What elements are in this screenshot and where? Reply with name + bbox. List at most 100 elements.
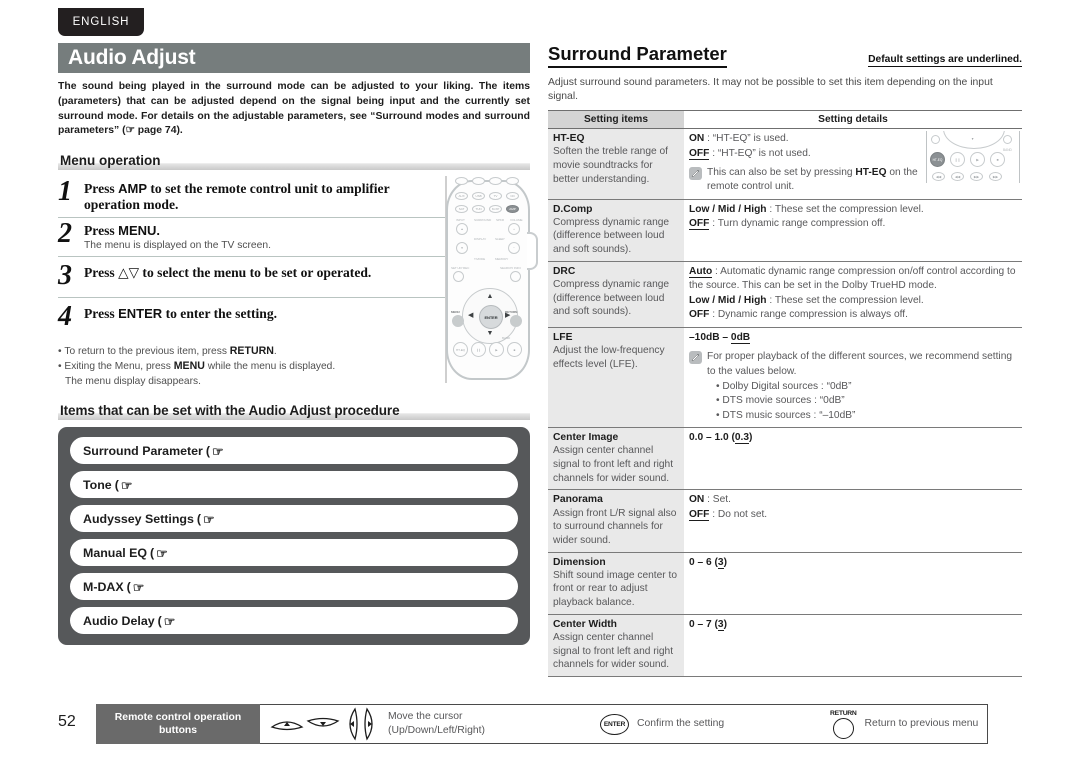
step-text-pre: Press xyxy=(84,181,119,197)
remote-button-hteq: HT-EQ xyxy=(453,342,468,358)
remote-body: AUX USB TV CD SAT TUN M-XP AMP INPUT SUR… xyxy=(446,177,530,381)
detail-text: Dynamic range compression is always off. xyxy=(717,309,908,321)
thumb-label-band: BAND xyxy=(1003,148,1012,153)
detail-sep: : xyxy=(712,265,721,277)
section-intro: Adjust surround sound parameters. It may… xyxy=(548,77,993,103)
remote-button-usb: USB xyxy=(472,192,485,201)
note-pre: To return to the previous item, press xyxy=(64,345,230,357)
remote-button-play: ▶ xyxy=(489,342,504,358)
remote-label-setup-rec: SET UP/ REC xyxy=(451,266,470,271)
note-post: while the menu is displayed. xyxy=(204,361,336,373)
thumb-button-rewind: ◀◀ xyxy=(951,172,964,182)
table-row-dimension: Dimension Shift sound image center to fr… xyxy=(548,552,1022,615)
surround-parameter-header: Surround Parameter Default settings are … xyxy=(548,43,1022,68)
detail-line: OFF : Do not set. xyxy=(689,508,1017,522)
remote-button-menu xyxy=(452,315,464,328)
section-title: Surround Parameter xyxy=(548,43,727,68)
detail-option-default: Auto xyxy=(689,265,713,278)
remote-button xyxy=(472,177,485,186)
note-pre: This can also be set by pressing xyxy=(707,167,856,179)
detail-sep: : xyxy=(709,309,718,321)
detail-range: 0.0 – 1.0 (0.3) xyxy=(689,431,1017,445)
language-tab: ENGLISH xyxy=(58,8,144,36)
param-name: D.Comp xyxy=(553,203,593,215)
param-name: LFE xyxy=(553,331,573,343)
remote-label-sleep: SLEEP xyxy=(495,237,505,242)
param-cell: DRC Compress dynamic range (difference b… xyxy=(548,261,684,328)
detail-cell: 0 – 6 (3) xyxy=(684,552,1022,615)
detail-option: ON xyxy=(689,133,705,145)
param-cell: Center Image Assign center channel signa… xyxy=(548,427,684,491)
item-label: Tone xyxy=(83,477,112,492)
detail-line: ON : “HT-EQ” is used. xyxy=(689,132,922,146)
note-key: RETURN xyxy=(229,344,274,357)
param-cell: Panorama Assign front L/R signal also to… xyxy=(548,489,684,553)
remote-label-return: RETURN xyxy=(505,310,518,315)
remote-label-menu: MENU xyxy=(451,310,460,315)
dpad-down-icon: ▼ xyxy=(486,330,494,338)
remote-button-volume-up: + xyxy=(508,223,520,236)
remote-button-tv: TV xyxy=(489,192,502,201)
detail-line: OFF : Turn dynamic range compression off… xyxy=(689,217,1017,231)
item-audio-delay[interactable]: Audio Delay ( ☞ xyxy=(70,607,518,635)
item-audyssey-settings[interactable]: Audyssey Settings ( ☞ xyxy=(70,505,518,533)
range-default: 0dB xyxy=(730,331,751,344)
detail-option: Low / Mid / High xyxy=(689,294,767,306)
detail-bullet-list: • Dolby Digital sources : “0dB” • DTS mo… xyxy=(689,380,1017,423)
detail-sep: : xyxy=(766,203,775,215)
note-post: . xyxy=(273,345,277,357)
table-row-d-comp: D.Comp Compress dynamic range (differenc… xyxy=(548,199,1022,262)
param-desc: Adjust the low-frequency effects level (… xyxy=(553,344,665,370)
item-label: Manual EQ xyxy=(83,545,148,560)
param-desc: Compress dynamic range (difference betwe… xyxy=(553,216,670,256)
table-row-center-width: Center Width Assign center channel signa… xyxy=(548,614,1022,678)
step-text-post: to select the menu to be set or operated… xyxy=(139,265,372,281)
range-text: 0.0 – 1.0 ( xyxy=(689,432,735,444)
param-desc: Assign center channel signal to front le… xyxy=(553,631,674,671)
param-desc: Assign center channel signal to front le… xyxy=(553,445,674,484)
cursor-right-icon xyxy=(364,707,373,741)
step-text: Press AMP to set the remote control unit… xyxy=(84,181,434,213)
remote-button-search xyxy=(510,271,521,283)
detail-text: Set. xyxy=(712,494,731,506)
remote-button xyxy=(455,177,468,186)
remote-button xyxy=(506,177,519,186)
pencil-icon xyxy=(689,167,702,181)
step-text: Press MENU. xyxy=(84,223,434,239)
detail-text: These set the compression level. xyxy=(774,203,924,215)
detail-range: 0 – 7 (3) xyxy=(689,618,1017,632)
item-surround-parameter[interactable]: Surround Parameter ( ☞ xyxy=(70,437,518,465)
item-m-dax[interactable]: M-DAX ( ☞ xyxy=(70,573,518,601)
param-cell: Center Width Assign center channel signa… xyxy=(548,614,684,678)
footer-legend-line1: Remote control operation xyxy=(114,711,242,723)
detail-cell: ON : Set. OFF : Do not set. xyxy=(684,489,1022,553)
remote-label-memory: MEMORY xyxy=(495,257,509,262)
detail-cell: Auto : Automatic dynamic range compressi… xyxy=(684,261,1022,328)
param-desc: Soften the treble range of movie soundtr… xyxy=(553,146,668,185)
remote-label-spkr: SPKR xyxy=(496,218,505,223)
remote-button-input-down: ▼ xyxy=(456,242,468,255)
pointing-hand-icon: ☞ xyxy=(120,478,133,494)
table-row-lfe: LFE Adjust the low-frequency effects lev… xyxy=(548,327,1022,429)
step-key: MENU. xyxy=(118,222,160,238)
surround-parameter-table: Setting items Setting details HT-EQ Soft… xyxy=(548,110,1022,678)
footer-legend-title: Remote control operation buttons xyxy=(96,704,260,744)
param-name: Center Width xyxy=(553,618,617,630)
table-row-panorama: Panorama Assign front L/R signal also to… xyxy=(548,489,1022,553)
item-paren: ( xyxy=(205,443,210,458)
item-tone[interactable]: Tone ( ☞ xyxy=(70,471,518,499)
detail-option-default: OFF xyxy=(689,218,710,231)
remote-side-button xyxy=(527,232,538,271)
detail-range: 0 – 6 (3) xyxy=(689,556,1017,570)
item-label: Audio Delay xyxy=(83,613,155,628)
step-number: 2 xyxy=(58,217,72,249)
param-cell: LFE Adjust the low-frequency effects lev… xyxy=(548,327,684,429)
remote-button-volume-down: − xyxy=(508,242,520,255)
cursor-keys-icon-group xyxy=(270,707,380,741)
remote-button-return xyxy=(510,315,522,328)
remote-button-input-up: ▲ xyxy=(456,223,468,236)
detail-cell: 0.0 – 1.0 (0.3) xyxy=(684,427,1022,491)
item-label: Audyssey Settings xyxy=(83,511,194,526)
item-manual-eq[interactable]: Manual EQ ( ☞ xyxy=(70,539,518,567)
thumb-button-left xyxy=(931,135,940,145)
